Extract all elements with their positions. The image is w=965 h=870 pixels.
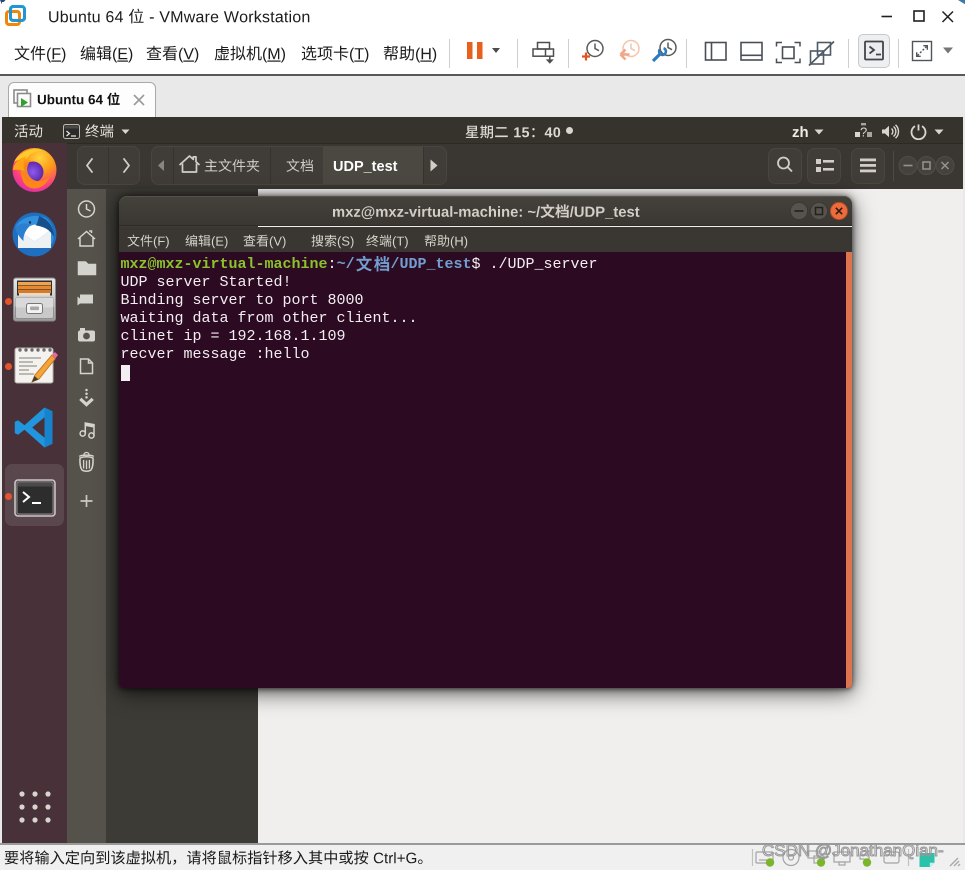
svg-text:?: ? (860, 125, 867, 140)
